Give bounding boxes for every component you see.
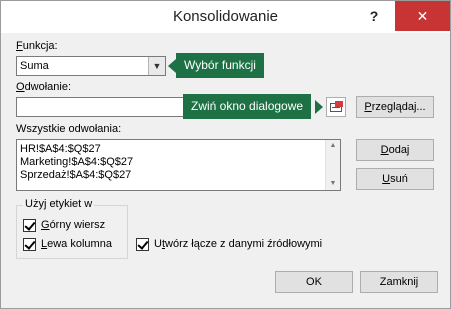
collapse-dialog-button[interactable] [326, 97, 346, 117]
list-item[interactable]: Sprzedaż!$A$4:$Q$27 [20, 169, 131, 181]
reference-input[interactable] [16, 97, 186, 117]
callout-pointer [168, 59, 176, 73]
close-window-button[interactable]: ✕ [395, 1, 450, 31]
use-labels-title: Użyj etykiet w [23, 198, 95, 210]
function-label: Funkcja: [16, 40, 58, 52]
function-select-value: Suma [20, 60, 49, 72]
left-column-label: Lewa kolumna [41, 238, 112, 250]
collapse-arrow-icon [335, 101, 343, 107]
close-icon: ✕ [416, 8, 429, 24]
delete-button[interactable]: Usuń [356, 168, 434, 190]
create-links-checkbox[interactable] [136, 238, 149, 251]
all-references-label: Wszystkie odwołania: [16, 123, 122, 135]
top-row-label: Górny wiersz [41, 219, 106, 231]
ok-button[interactable]: OK [275, 271, 353, 293]
function-select[interactable]: Suma ▼ [16, 56, 166, 76]
scroll-up-icon[interactable]: ▲ [326, 140, 340, 152]
chevron-down-icon[interactable]: ▼ [148, 57, 165, 75]
list-item[interactable]: Marketing!$A$4:$Q$27 [20, 156, 133, 168]
function-callout: Wybór funkcji [176, 53, 264, 78]
create-links-label: Utwórz łącze z danymi źródłowymi [154, 238, 323, 250]
callout-pointer [315, 100, 323, 114]
help-button[interactable]: ? [356, 4, 392, 28]
top-row-checkbox[interactable] [23, 219, 36, 232]
close-button[interactable]: Zamknij [360, 271, 438, 293]
title-bar: Konsolidowanie ? ✕ [1, 1, 450, 33]
list-item[interactable]: HR!$A$4:$Q$27 [20, 143, 101, 155]
add-button[interactable]: Dodaj [356, 139, 434, 161]
left-column-checkbox[interactable] [23, 238, 36, 251]
all-references-list[interactable]: HR!$A$4:$Q$27 Marketing!$A$4:$Q$27 Sprze… [16, 139, 341, 191]
scrollbar[interactable]: ▲ ▼ [325, 140, 340, 190]
browse-button[interactable]: Przeglądaj... [356, 96, 434, 118]
scroll-down-icon[interactable]: ▼ [326, 178, 340, 190]
reference-label: Odwołanie: [16, 81, 72, 93]
consolidate-dialog: Konsolidowanie ? ✕ Funkcja: Suma ▼ Wybór… [0, 0, 451, 309]
collapse-callout: Zwiń okno dialogowe [183, 94, 312, 119]
